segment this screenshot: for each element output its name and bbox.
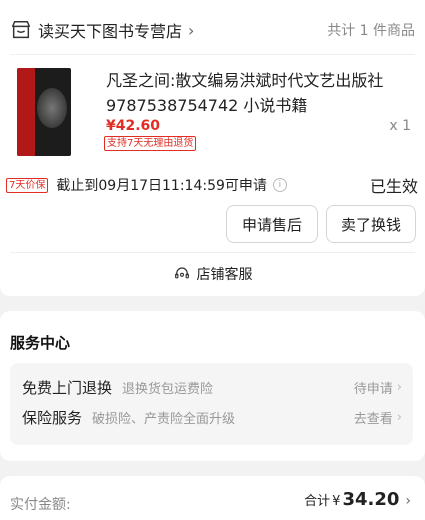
- order-card: 读买天下图书专营店 › 共计 1 件商品 凡圣之间:散文编易洪斌时代文艺出版社9…: [0, 0, 425, 296]
- store-icon: [12, 21, 30, 39]
- chevron-right-icon: ›: [405, 493, 411, 509]
- currency-symbol: ¥: [332, 494, 341, 509]
- product-title[interactable]: 凡圣之间:散文编易洪斌时代文艺出版社9787538754742 小说书籍: [106, 68, 406, 118]
- total-label: 合计: [304, 494, 331, 509]
- after-sales-button[interactable]: 申请售后: [226, 205, 318, 243]
- service-action: 去查看: [353, 411, 393, 427]
- customer-service-label: 店铺客服: [196, 267, 253, 283]
- service-center-title: 服务中心: [10, 334, 71, 352]
- service-description: 破损险、产责险全面升级: [92, 411, 236, 427]
- service-row-insurance[interactable]: 保险服务 破损险、产责险全面升级 去查看 ›: [22, 405, 402, 429]
- service-name: 保险服务: [22, 408, 83, 427]
- shop-header[interactable]: 读买天下图书专营店 › 共计 1 件商品: [10, 16, 415, 44]
- chevron-right-icon: ›: [188, 20, 195, 40]
- product-thumbnail[interactable]: [17, 68, 71, 156]
- service-description: 退换货包运费险: [122, 381, 214, 397]
- service-list: 免费上门退换 退换货包运费险 待申请 › 保险服务 破损险、产责险全面升级 去查…: [10, 363, 413, 445]
- service-name: 免费上门退换: [22, 378, 113, 397]
- return-policy-badge: 支持7天无理由退货: [104, 136, 197, 151]
- service-row-free-return[interactable]: 免费上门退换 退换货包运费险 待申请 ›: [22, 375, 402, 399]
- chevron-right-icon: ›: [396, 409, 402, 425]
- payment-total[interactable]: 合计 ¥ 34.20 ›: [304, 489, 411, 510]
- chevron-right-icon: ›: [396, 379, 402, 395]
- total-amount: 34.20: [342, 489, 400, 510]
- paid-amount-label: 实付金额:: [10, 497, 71, 513]
- product-quantity: x 1: [389, 118, 411, 134]
- shop-name[interactable]: 读买天下图书专营店: [38, 18, 182, 42]
- item-count: 共计 1 件商品: [327, 23, 415, 39]
- product-price: ¥42.60: [106, 118, 161, 134]
- service-center-card: 服务中心 免费上门退换 退换货包运费险 待申请 › 保险服务 破损险、产责险全面…: [0, 311, 425, 461]
- service-action: 待申请: [353, 381, 393, 397]
- customer-service-link[interactable]: 店铺客服: [0, 262, 425, 286]
- price-protection-deadline: 截止到09月17日11:14:59可申请: [56, 178, 267, 194]
- headset-icon: [174, 267, 189, 279]
- sell-button[interactable]: 卖了换钱: [326, 205, 416, 243]
- divider: [10, 252, 415, 253]
- payment-card: 实付金额: 合计 ¥ 34.20 ›: [0, 476, 425, 520]
- divider: [10, 54, 415, 55]
- price-protection-row: 7天价保 截止到09月17日11:14:59可申请 i 已生效: [6, 174, 418, 196]
- price-protection-badge: 7天价保: [6, 177, 49, 193]
- info-icon[interactable]: i: [272, 178, 287, 192]
- price-protection-status: 已生效: [369, 177, 418, 196]
